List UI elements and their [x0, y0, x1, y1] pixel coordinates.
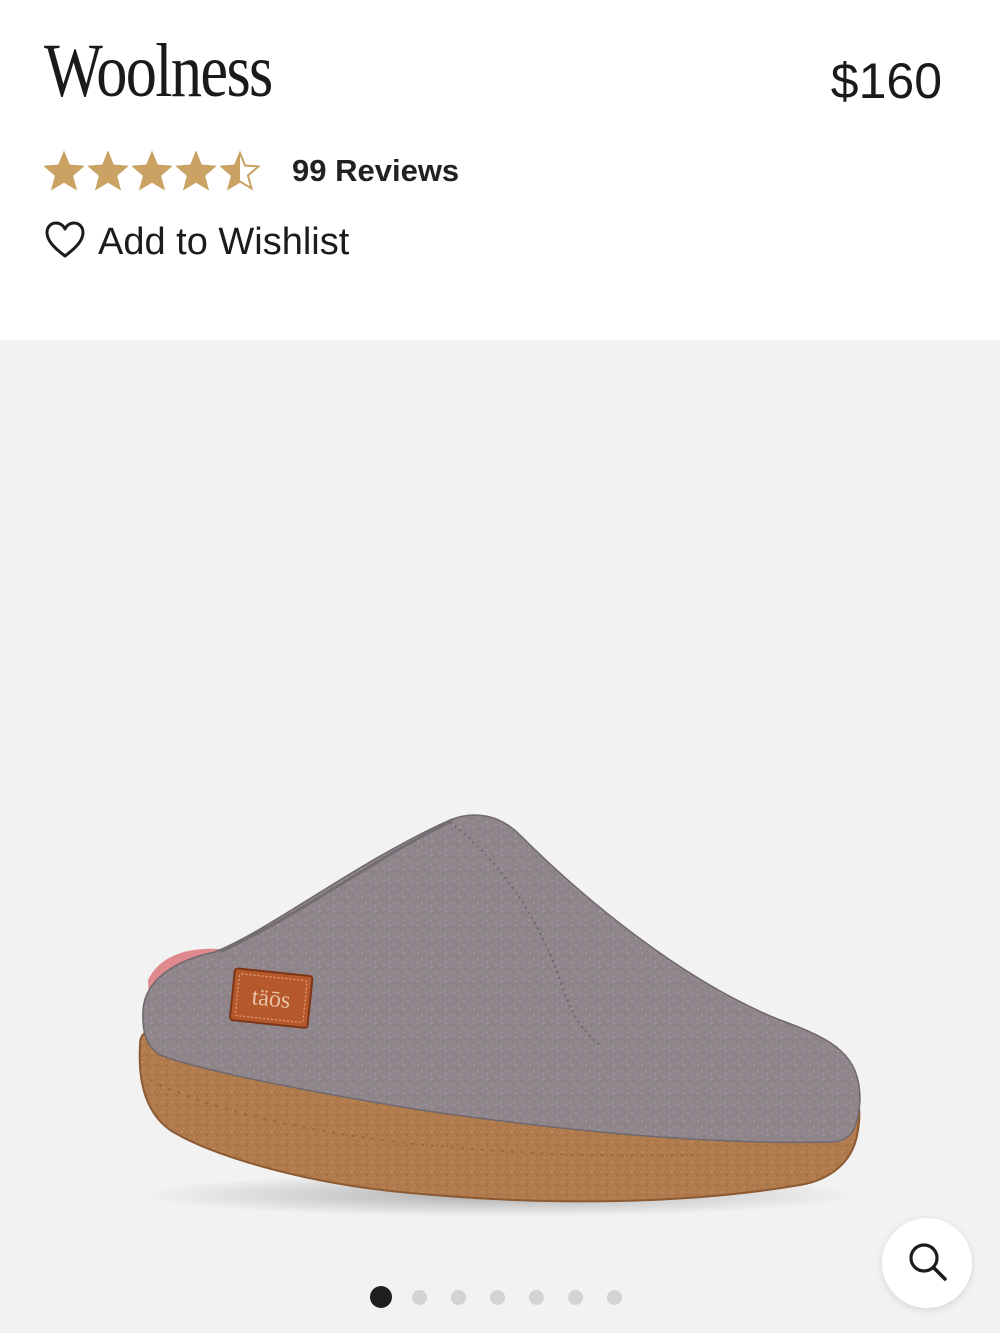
star-icon: [132, 151, 172, 191]
star-icon: [88, 151, 128, 191]
wishlist-label: Add to Wishlist: [98, 221, 350, 263]
pagination-dot[interactable]: [568, 1289, 583, 1305]
heart-icon: [44, 220, 86, 265]
star-icon: [176, 151, 216, 191]
star-icon: [44, 151, 84, 191]
pagination-dot[interactable]: [370, 1286, 392, 1308]
product-image-gallery[interactable]: täōs: [0, 340, 1000, 1333]
reviews-link[interactable]: 99 Reviews: [292, 153, 459, 189]
pagination-dot[interactable]: [490, 1289, 505, 1305]
zoom-button[interactable]: [882, 1218, 972, 1308]
star-icon: [220, 151, 260, 191]
product-price: $160: [830, 53, 942, 109]
brand-tag-label: täōs: [251, 984, 292, 1014]
product-header: Woolness $160 99 Reviews Add to Wishlist: [0, 0, 1000, 340]
search-icon: [906, 1240, 948, 1287]
pagination-dot[interactable]: [607, 1289, 622, 1305]
rating-row: 99 Reviews: [44, 148, 459, 194]
product-image: täōs: [138, 814, 861, 1217]
star-rating: [44, 151, 260, 191]
pagination-dot[interactable]: [412, 1289, 427, 1305]
pagination-dot[interactable]: [529, 1289, 544, 1305]
product-title: Woolness: [44, 29, 273, 113]
pagination-dot[interactable]: [451, 1289, 466, 1305]
add-to-wishlist-button[interactable]: Add to Wishlist: [44, 220, 349, 265]
gallery-pagination: [370, 1286, 626, 1308]
